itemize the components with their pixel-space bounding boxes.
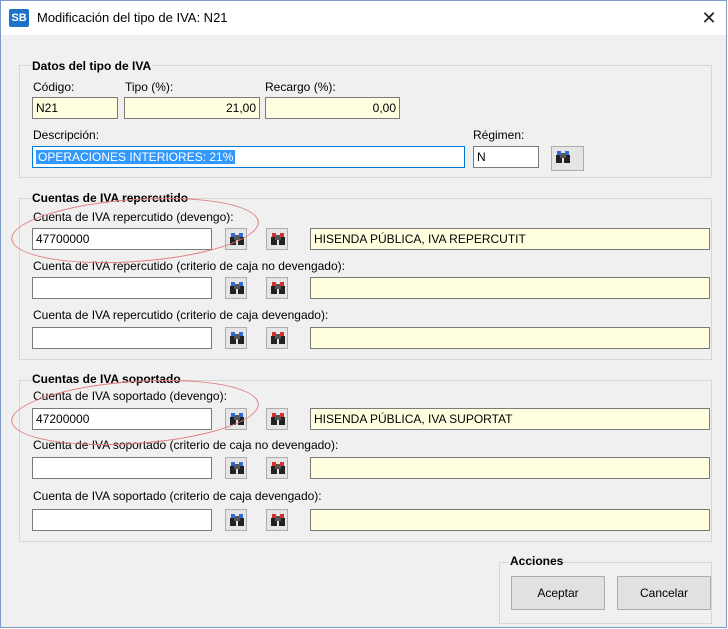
codigo-field[interactable]: N21 <box>32 97 118 119</box>
rep-devengo-label: Cuenta de IVA repercutido (devengo): <box>33 210 234 224</box>
binoculars-icon <box>556 151 570 163</box>
rep-caja-no-devengado-description <box>310 277 710 299</box>
binoculars-edit-icon <box>271 282 285 294</box>
rep-caja-no-devengado-label: Cuenta de IVA repercutido (criterio de c… <box>33 259 345 273</box>
descripcion-value: OPERACIONES INTERIORES: 21% <box>36 150 236 164</box>
sop-caja-devengado-search-button[interactable] <box>225 509 247 531</box>
sop-devengo-search-button[interactable] <box>225 408 247 430</box>
rep-caja-no-devengado-edit-button[interactable] <box>266 277 288 299</box>
dialog-window: SB Modificación del tipo de IVA: N21 ✕ D… <box>0 0 727 628</box>
sop-devengo-field[interactable]: 47200000 <box>32 408 212 430</box>
sop-caja-devengado-label: Cuenta de IVA soportado (criterio de caj… <box>33 489 322 503</box>
regimen-search-button[interactable] <box>551 146 584 171</box>
sop-devengo-description: HISENDA PÚBLICA, IVA SUPORTAT <box>310 408 710 430</box>
sop-caja-devengado-edit-button[interactable] <box>266 509 288 531</box>
recargo-label: Recargo (%): <box>265 80 336 94</box>
regimen-field[interactable]: N <box>473 146 539 168</box>
repercutido-group-title: Cuentas de IVA repercutido <box>31 191 190 205</box>
rep-devengo-description: HISENDA PÚBLICA, IVA REPERCUTIT <box>310 228 710 250</box>
soportado-group-title: Cuentas de IVA soportado <box>31 372 182 386</box>
rep-devengo-search-button[interactable] <box>225 228 247 250</box>
tipo-field[interactable]: 21,00 <box>124 97 260 119</box>
sop-caja-no-devengado-field[interactable] <box>32 457 212 479</box>
rep-caja-devengado-field[interactable] <box>32 327 212 349</box>
binoculars-icon <box>230 514 244 526</box>
sop-devengo-label: Cuenta de IVA soportado (devengo): <box>33 389 227 403</box>
regimen-label: Régimen: <box>473 128 525 142</box>
binoculars-icon <box>230 332 244 344</box>
rep-caja-no-devengado-search-button[interactable] <box>225 277 247 299</box>
recargo-field[interactable]: 0,00 <box>265 97 400 119</box>
window-title: Modificación del tipo de IVA: N21 <box>37 10 228 25</box>
tipo-label: Tipo (%): <box>125 80 174 94</box>
rep-caja-devengado-description <box>310 327 710 349</box>
aceptar-button[interactable]: Aceptar <box>511 576 605 610</box>
binoculars-icon <box>230 282 244 294</box>
rep-caja-no-devengado-field[interactable] <box>32 277 212 299</box>
sop-caja-devengado-field[interactable] <box>32 509 212 531</box>
datos-group-title: Datos del tipo de IVA <box>31 59 153 73</box>
binoculars-edit-icon <box>271 233 285 245</box>
binoculars-icon <box>230 462 244 474</box>
acciones-group-title: Acciones <box>509 554 565 568</box>
sop-caja-no-devengado-label: Cuenta de IVA soportado (criterio de caj… <box>33 438 339 452</box>
binoculars-icon <box>230 413 244 425</box>
title-bar: SB Modificación del tipo de IVA: N21 ✕ <box>1 1 726 35</box>
binoculars-edit-icon <box>271 413 285 425</box>
sop-caja-no-devengado-search-button[interactable] <box>225 457 247 479</box>
binoculars-edit-icon <box>271 514 285 526</box>
sop-caja-no-devengado-description <box>310 457 710 479</box>
descripcion-label: Descripción: <box>33 128 100 142</box>
rep-devengo-edit-button[interactable] <box>266 228 288 250</box>
codigo-label: Código: <box>33 80 75 94</box>
sop-caja-devengado-description <box>310 509 710 531</box>
sop-devengo-edit-button[interactable] <box>266 408 288 430</box>
sop-caja-no-devengado-edit-button[interactable] <box>266 457 288 479</box>
app-icon: SB <box>9 9 29 27</box>
rep-caja-devengado-search-button[interactable] <box>225 327 247 349</box>
binoculars-edit-icon <box>271 462 285 474</box>
close-button[interactable]: ✕ <box>692 1 726 35</box>
rep-caja-devengado-label: Cuenta de IVA repercutido (criterio de c… <box>33 308 329 322</box>
cancelar-button[interactable]: Cancelar <box>617 576 711 610</box>
binoculars-edit-icon <box>271 332 285 344</box>
binoculars-icon <box>230 233 244 245</box>
descripcion-field[interactable]: OPERACIONES INTERIORES: 21% <box>32 146 465 168</box>
rep-caja-devengado-edit-button[interactable] <box>266 327 288 349</box>
rep-devengo-field[interactable]: 47700000 <box>32 228 212 250</box>
